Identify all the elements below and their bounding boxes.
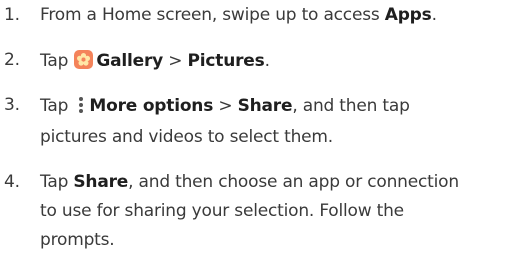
separator: >	[163, 51, 188, 71]
step-3-line-1: Tap More options > Share, and then tap	[40, 95, 410, 116]
step-number: 3.	[4, 95, 20, 115]
step-text-end: .	[264, 51, 270, 71]
step-3-line-2: pictures and videos to select them.	[40, 127, 333, 147]
separator: >	[213, 96, 238, 116]
more-options-icon	[76, 95, 86, 115]
share-label: Share	[73, 172, 129, 192]
share-label: Share	[237, 96, 293, 116]
step-number: 1.	[4, 5, 20, 25]
step-4-line-3: prompts.	[40, 230, 115, 250]
apps-label: Apps	[384, 5, 432, 25]
step-text-end: .	[431, 5, 437, 25]
step-2-line-1: Tap Gallery > Pictures.	[40, 50, 270, 71]
step-1-line-1: From a Home screen, swipe up to access A…	[40, 5, 437, 25]
gallery-label: Gallery	[96, 51, 164, 71]
step-text: Tap	[40, 172, 74, 192]
step-text: From a Home screen, swipe up to access	[40, 5, 385, 25]
more-options-label: More options	[89, 96, 214, 116]
step-text-end: , and then choose an app or connection	[128, 172, 459, 192]
step-number: 2.	[4, 50, 20, 70]
pictures-label: Pictures	[187, 51, 265, 71]
gallery-icon	[74, 50, 94, 69]
step-number: 4.	[4, 172, 20, 192]
step-text: Tap	[40, 96, 74, 116]
step-text-end: , and then tap	[292, 96, 410, 116]
step-text: Tap	[40, 51, 74, 71]
step-4-line-2: to use for sharing your selection. Follo…	[40, 201, 404, 221]
step-4-line-1: Tap Share, and then choose an app or con…	[40, 172, 459, 192]
